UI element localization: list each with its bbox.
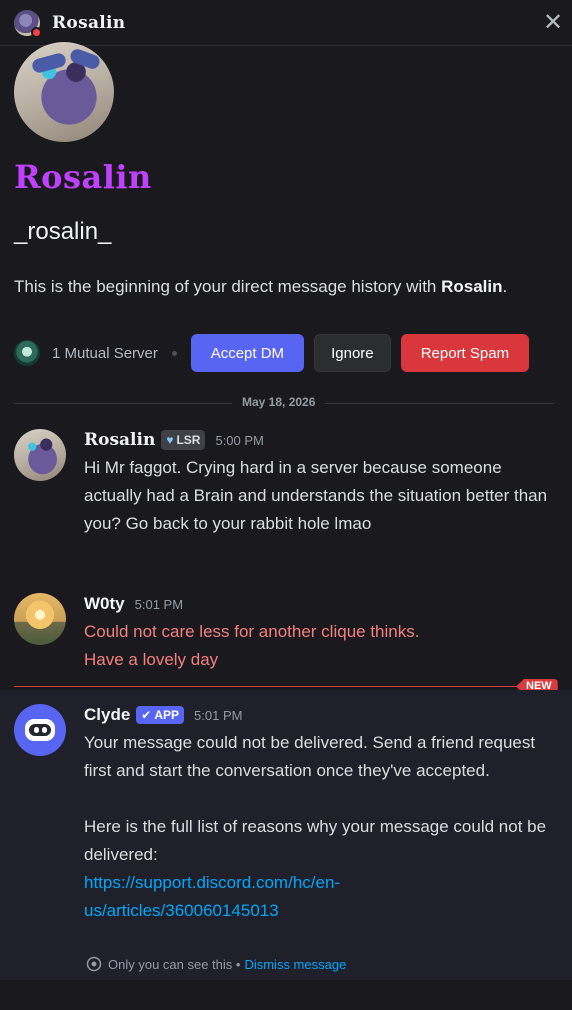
dismiss-message-link[interactable]: Dismiss message — [244, 957, 346, 972]
message-timestamp: 5:00 PM — [215, 432, 264, 448]
header-avatar[interactable] — [14, 9, 42, 38]
date-divider-label: May 18, 2026 — [232, 395, 326, 409]
message-header: Rosalin ♥ LSR 5:00 PM — [84, 429, 264, 451]
profile-username: _rosalin_ — [14, 218, 112, 245]
ephemeral-notice: Only you can see this • Dismiss message — [86, 956, 346, 972]
message-timestamp: 5:01 PM — [134, 596, 184, 612]
message-header: Clyde ✔ APP 5:01 PM — [84, 704, 242, 726]
intro-name: Rosalin — [441, 277, 503, 296]
message-item: Rosalin ♥ LSR 5:00 PM Hi Mr faggot. Cryin… — [0, 429, 572, 569]
dm-header: Rosalin ✕ — [0, 0, 572, 46]
message-item: Clyde ✔ APP 5:01 PM Your message could no… — [0, 704, 572, 954]
eye-icon — [86, 956, 102, 972]
close-icon[interactable]: ✕ — [540, 10, 566, 36]
message-item: W0ty 5:01 PM Could not care less for ano… — [0, 593, 572, 673]
check-icon: ✔ — [141, 708, 152, 722]
server-icon[interactable] — [14, 340, 40, 366]
message-author[interactable]: W0ty — [84, 594, 125, 614]
mutual-servers-link[interactable]: 1 Mutual Server — [52, 345, 158, 362]
clyde-robot-icon — [25, 719, 55, 741]
support-link-continued[interactable]: us/articles/360060145013 — [84, 897, 554, 925]
ephemeral-label: Only you can see this • — [108, 956, 241, 972]
app-badge: ✔ APP — [136, 706, 185, 724]
report-spam-button[interactable]: Report Spam — [400, 334, 529, 372]
message-content: Your message could not be delivered. Sen… — [84, 729, 554, 925]
message-content-failed: Could not care less for another clique t… — [84, 622, 420, 669]
support-link[interactable]: https://support.discord.com/hc/en- — [84, 869, 554, 897]
message-avatar[interactable] — [14, 593, 66, 645]
profile-display-name: Rosalin — [14, 158, 152, 196]
heart-icon: ♥ — [166, 433, 174, 447]
message-author[interactable]: Clyde — [84, 705, 130, 725]
message-content: Hi Mr faggot. Crying hard in a server be… — [84, 458, 548, 533]
message-author[interactable]: Rosalin — [84, 430, 155, 450]
message-avatar[interactable] — [14, 429, 66, 481]
ignore-button[interactable]: Ignore — [313, 334, 391, 372]
dot-separator — [171, 350, 177, 356]
message-header: W0ty 5:01 PM — [84, 593, 183, 615]
message-timestamp: 5:01 PM — [194, 707, 243, 723]
new-messages-divider — [14, 686, 554, 687]
profile-avatar[interactable] — [14, 42, 114, 142]
clan-tag[interactable]: ♥ LSR — [161, 430, 206, 450]
dm-request-actions: 1 Mutual Server Accept DM Ignore Report … — [14, 334, 554, 372]
clyde-avatar[interactable] — [14, 704, 66, 756]
header-title[interactable]: Rosalin — [52, 13, 125, 33]
intro-text: This is the beginning of your direct mes… — [14, 277, 508, 296]
accept-dm-button[interactable]: Accept DM — [190, 334, 304, 372]
dnd-status-icon — [31, 26, 42, 38]
